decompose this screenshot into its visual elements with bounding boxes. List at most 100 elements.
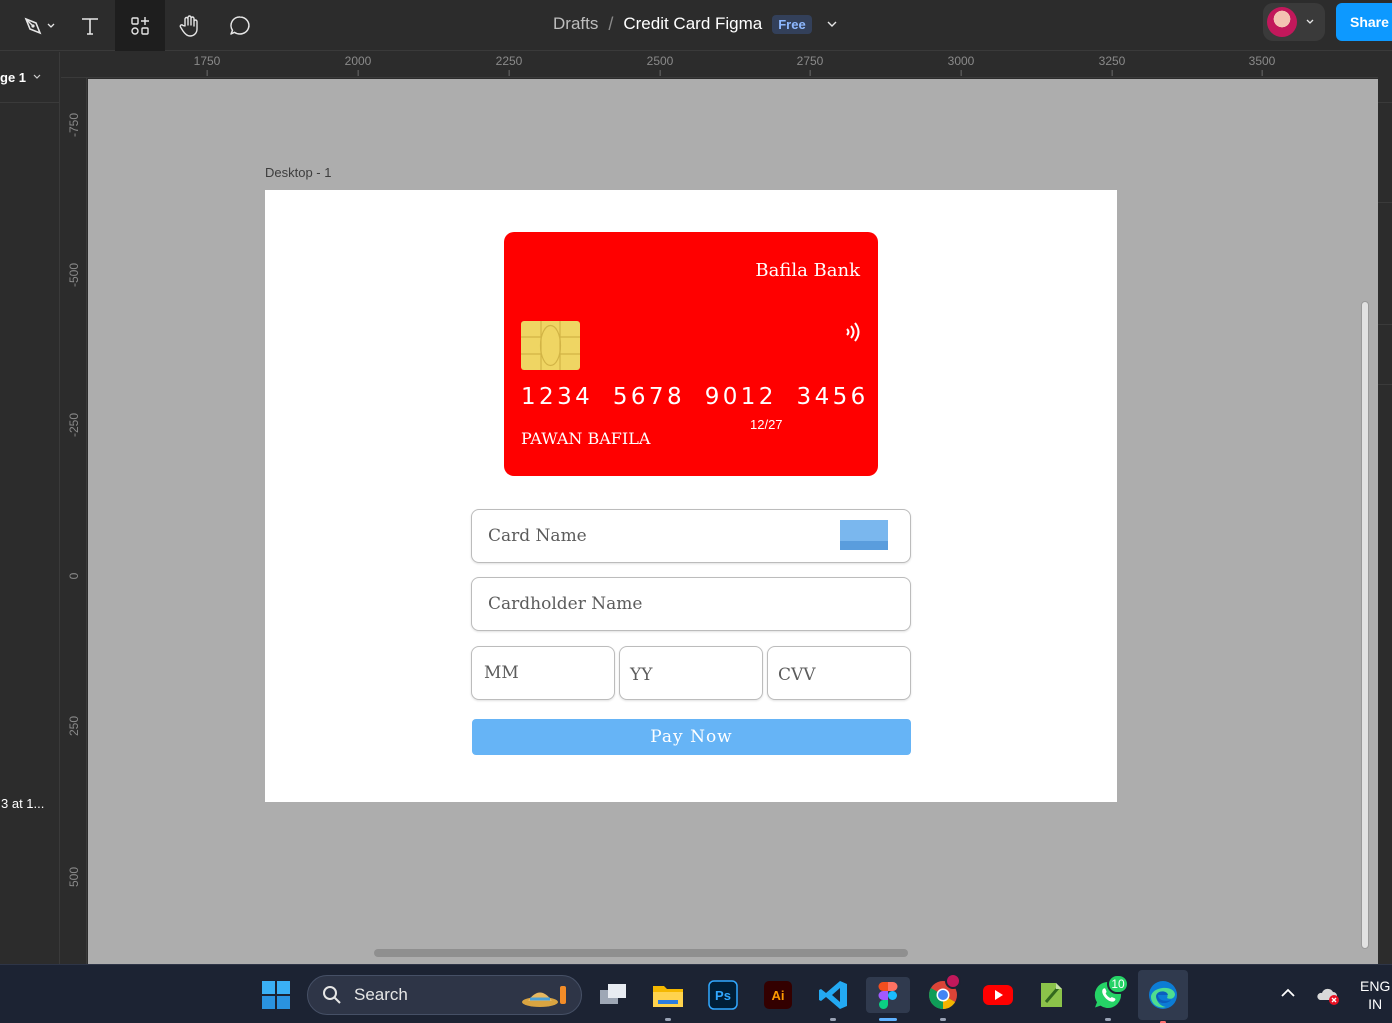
credit-card[interactable]: Bafila Bank 1234 5678 9012 3456 12/27 PA…	[504, 232, 878, 476]
illustrator-icon: Ai	[764, 981, 792, 1009]
running-indicator	[830, 1018, 836, 1021]
file-explorer-icon	[653, 986, 683, 1007]
page-selector[interactable]: ge 1	[0, 70, 42, 85]
svg-text:Ps: Ps	[715, 988, 731, 1003]
task-view-button[interactable]	[595, 977, 631, 1013]
ruler-tick: 2750	[796, 54, 824, 76]
figma-icon	[878, 982, 898, 1009]
frame-label[interactable]: Desktop - 1	[265, 165, 331, 180]
weather-widget-icon	[522, 986, 566, 1007]
account-menu[interactable]	[1263, 3, 1325, 41]
hand-tool-button[interactable]	[168, 0, 212, 51]
ruler-tick: -750	[67, 112, 81, 137]
properties-panel-edge	[1378, 52, 1392, 964]
running-indicator	[665, 1018, 671, 1021]
comment-tool-button[interactable]	[218, 0, 262, 51]
ruler-tick: 1750	[193, 54, 221, 76]
language-indicator[interactable]: ENG IN	[1360, 977, 1390, 1013]
avatar	[1267, 7, 1297, 37]
bank-name: Bafila Bank	[755, 260, 860, 281]
figma-window: Drafts / Credit Card Figma Free Share ge…	[0, 0, 1392, 1023]
file-name[interactable]: Credit Card Figma	[623, 14, 762, 34]
illustrator-button[interactable]: Ai	[760, 977, 796, 1013]
edge-icon	[1149, 981, 1177, 1009]
panel-divider	[1378, 202, 1392, 203]
whatsapp-button[interactable]: 10	[1090, 974, 1129, 1021]
text-tool-button[interactable]	[70, 0, 110, 51]
windows-taskbar: Search Ps Ai 10 ENG IN	[0, 964, 1392, 1023]
card-name-field[interactable]: Card Name	[471, 509, 911, 563]
notepad-plus-plus-icon	[1041, 983, 1062, 1007]
photoshop-icon: Ps	[708, 980, 738, 1010]
card-number: 1234 5678 9012 3456	[521, 384, 869, 410]
chip-icon	[521, 321, 580, 370]
components-tool-button[interactable]	[115, 0, 165, 51]
comment-tool-icon	[230, 15, 250, 35]
desktop-frame[interactable]: Bafila Bank 1234 5678 9012 3456 12/27 PA…	[265, 190, 1117, 802]
onedrive-error-icon[interactable]	[1315, 983, 1341, 1007]
chevron-down-icon[interactable]	[826, 18, 838, 30]
cvv-field[interactable]: CVV	[767, 646, 911, 700]
text-tool-icon	[82, 17, 98, 35]
breadcrumb-folder[interactable]: Drafts	[553, 14, 598, 34]
vertical-ruler: -750 -500 -250 0 250 500	[61, 78, 87, 964]
ruler-tick: 3250	[1098, 54, 1126, 76]
breadcrumb-separator: /	[608, 13, 614, 34]
horizontal-scrollbar[interactable]	[374, 949, 908, 957]
svg-text:Ai: Ai	[772, 988, 785, 1003]
file-explorer-button[interactable]	[650, 977, 686, 1021]
ruler-tick: 0	[67, 572, 81, 580]
search-label: Search	[354, 985, 408, 1004]
chevron-down-icon	[47, 23, 55, 28]
panel-divider	[1378, 324, 1392, 325]
ruler-tick: 2500	[646, 54, 674, 76]
youtube-icon	[983, 985, 1013, 1005]
notification-badge: 10	[1107, 974, 1129, 994]
youtube-button[interactable]	[980, 977, 1016, 1013]
chevron-down-icon	[33, 74, 41, 79]
expiry-month-field[interactable]: MM	[471, 646, 615, 700]
plan-badge: Free	[772, 14, 812, 34]
chevron-up-icon[interactable]	[1280, 987, 1296, 999]
active-indicator	[879, 1018, 897, 1021]
task-view-icon	[600, 984, 626, 1004]
cardholder-placeholder: Cardholder Name	[488, 594, 643, 614]
chevron-down-icon	[1306, 19, 1314, 24]
hand-tool-icon	[179, 14, 198, 37]
ruler-tick: 500	[67, 866, 81, 888]
horizontal-ruler: 1750 2000 2250 2500 2750 3000 3250 3500	[61, 52, 1378, 78]
ruler-tick: -500	[67, 262, 81, 287]
cardholder-name-field[interactable]: Cardholder Name	[471, 577, 911, 631]
pay-now-button[interactable]: Pay Now	[472, 719, 911, 755]
layer-item[interactable]: 3 at 1...	[1, 796, 44, 811]
search-icon	[323, 986, 341, 1004]
panel-divider	[1378, 102, 1392, 103]
photoshop-button[interactable]: Ps	[705, 977, 741, 1013]
notepad-plus-plus-button[interactable]	[1033, 977, 1069, 1013]
start-button[interactable]	[258, 977, 294, 1013]
chrome-button[interactable]	[925, 973, 961, 1021]
ruler-tick: 250	[67, 715, 81, 737]
top-toolbar: Drafts / Credit Card Figma Free Share	[0, 0, 1392, 51]
region-code: IN	[1368, 996, 1383, 1012]
ruler-tick: 3000	[947, 54, 975, 76]
expiry-year-field[interactable]: YY	[619, 646, 763, 700]
layers-panel: ge 1 3 at 1...	[0, 52, 60, 964]
ruler-tick: 2250	[495, 54, 523, 76]
profile-badge	[945, 973, 961, 989]
ruler-tick: 2000	[344, 54, 372, 76]
vertical-scrollbar[interactable]	[1361, 301, 1369, 949]
figma-button[interactable]	[866, 977, 910, 1021]
vscode-button[interactable]	[815, 977, 851, 1021]
panel-divider	[1378, 384, 1392, 385]
pen-tool-button[interactable]	[14, 0, 64, 51]
ruler-tick: 3500	[1248, 54, 1276, 76]
taskbar-search[interactable]: Search	[307, 975, 582, 1015]
running-indicator	[940, 1018, 946, 1021]
share-button[interactable]: Share	[1336, 3, 1392, 41]
card-type-icon	[840, 520, 888, 550]
edge-button[interactable]	[1138, 970, 1188, 1023]
page-label: ge 1	[0, 70, 27, 85]
components-tool-icon	[131, 16, 149, 35]
design-canvas[interactable]: Desktop - 1 Bafila Bank 1234 5678 9012 3…	[88, 79, 1378, 964]
